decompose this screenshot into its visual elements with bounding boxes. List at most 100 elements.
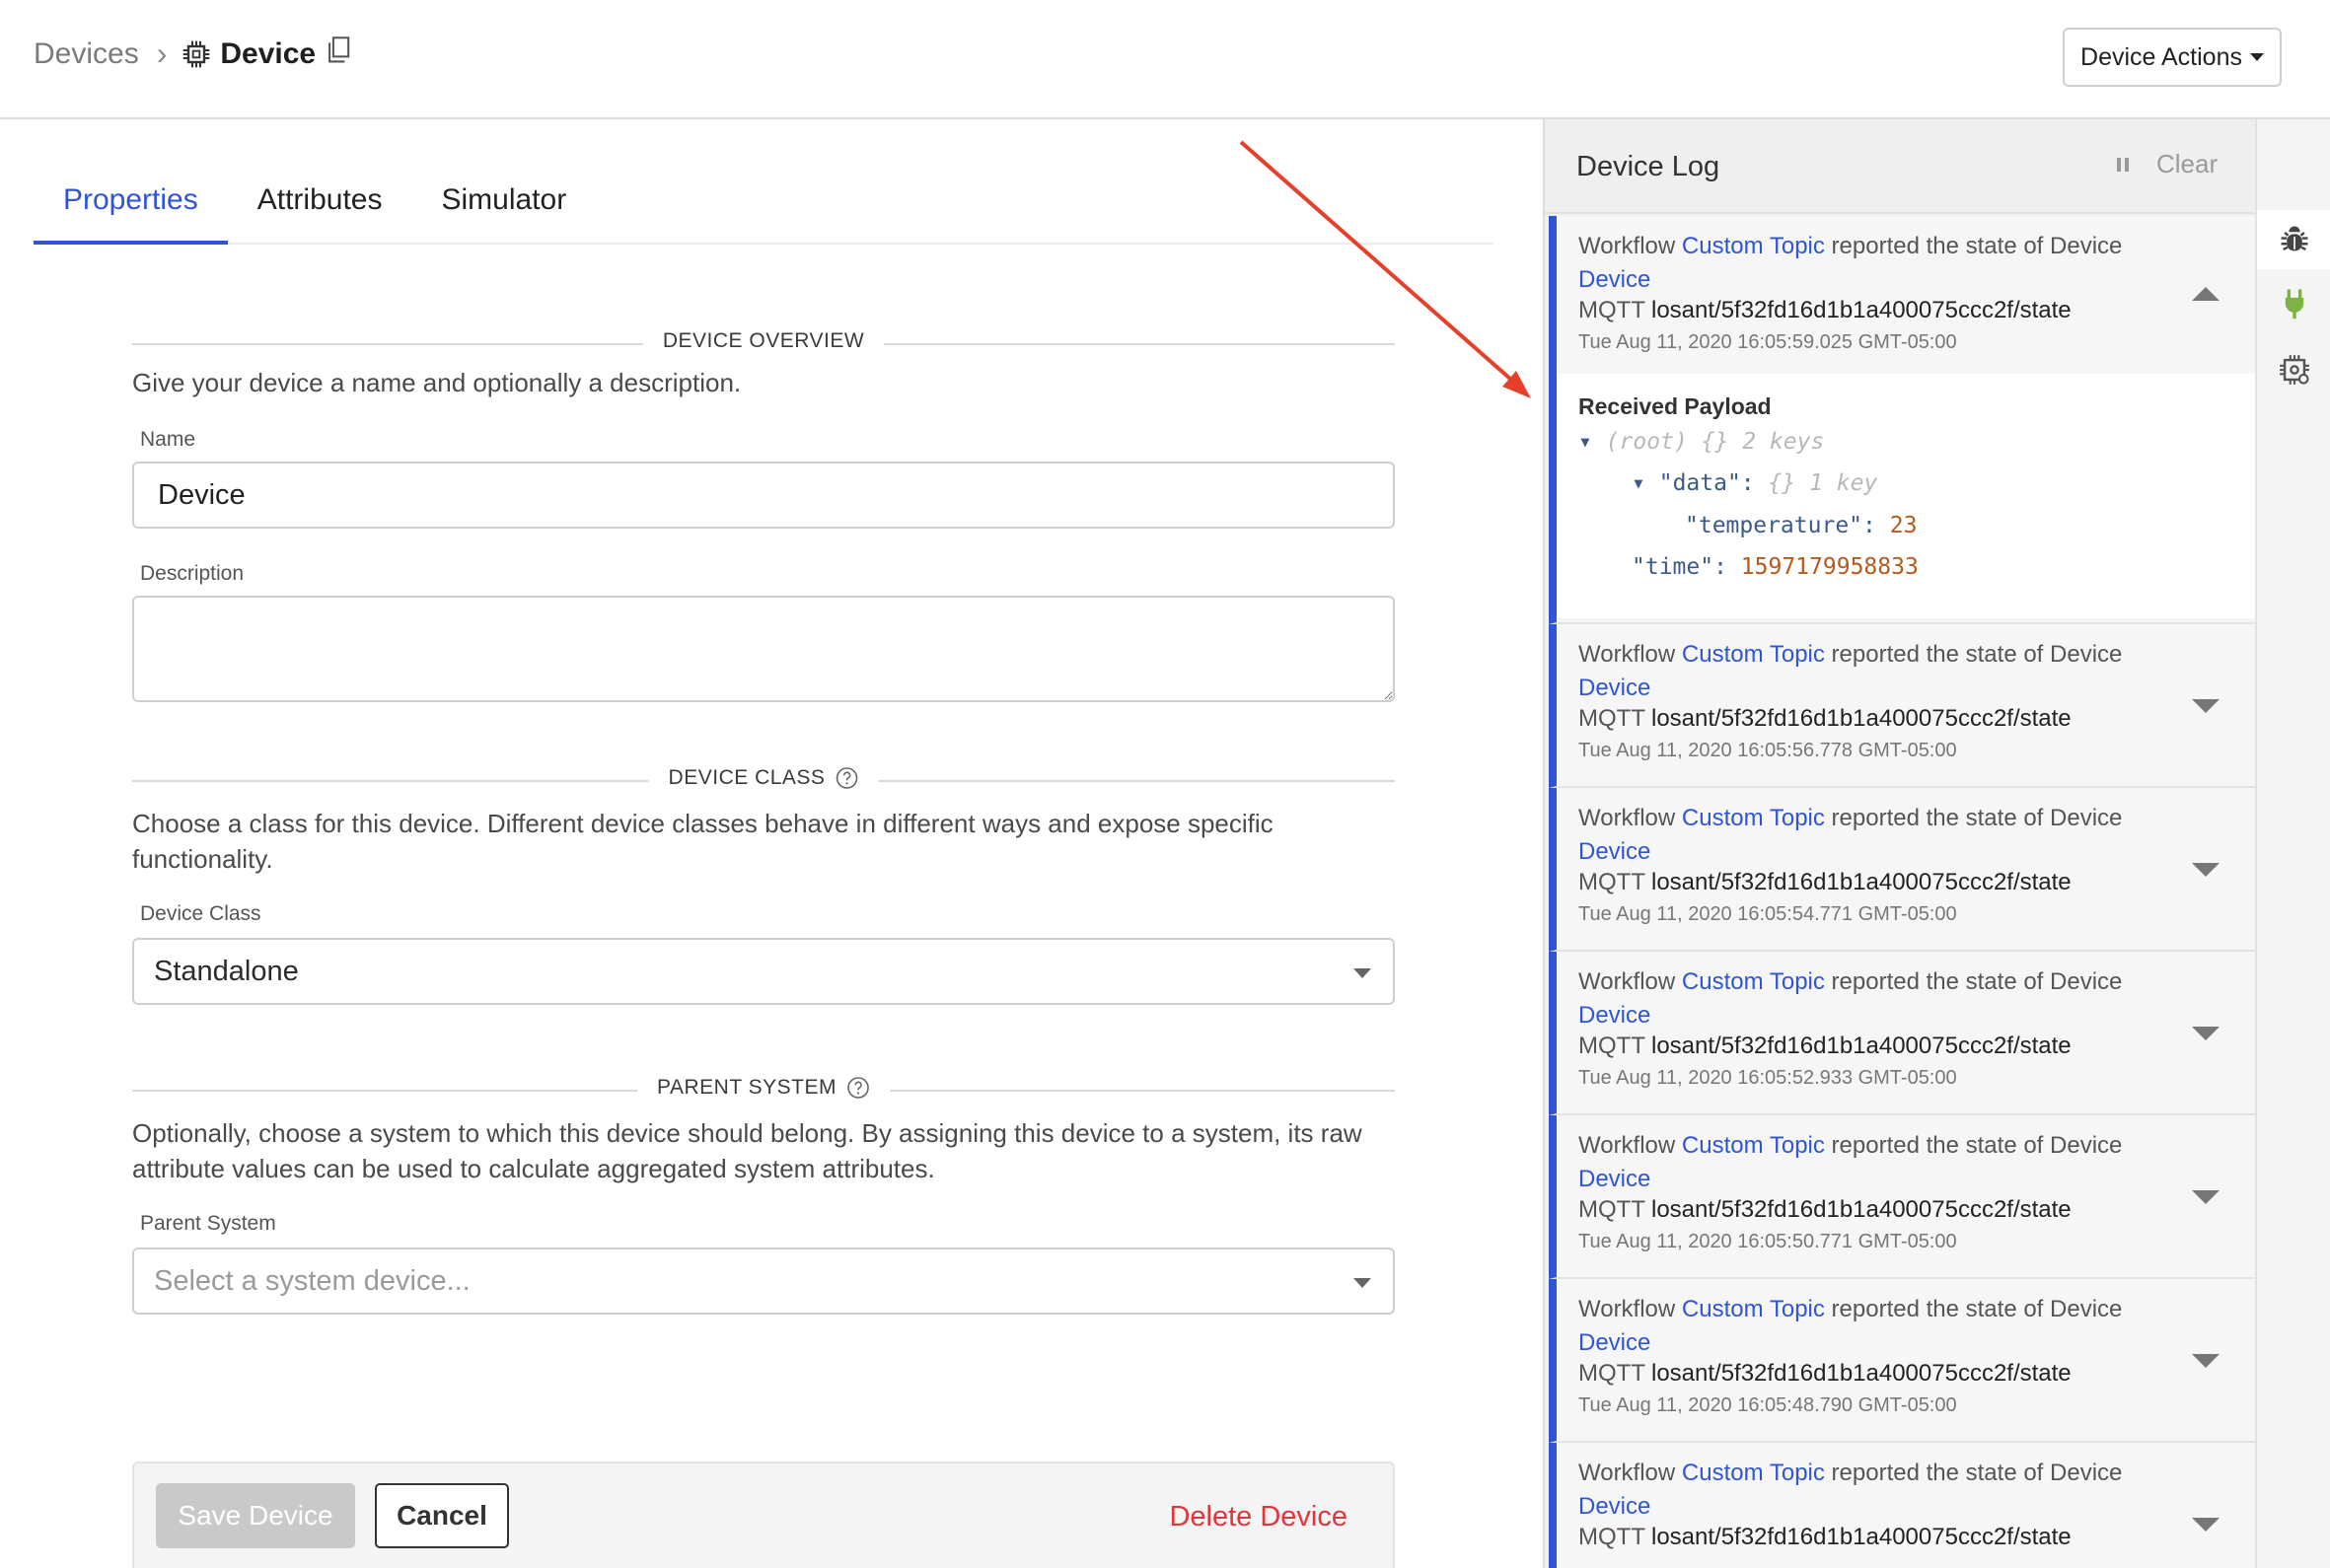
json-root-line[interactable]: ▾ (root) {} 2 keys	[1578, 429, 1824, 455]
log-entry[interactable]: Workflow Custom Topic reported the state…	[1549, 624, 2255, 788]
device-link[interactable]: Device	[1578, 1493, 1650, 1520]
log-entry[interactable]: Workflow Custom Topic reported the state…	[1549, 1115, 2255, 1279]
tab-bar: Properties Attributes Simulator	[34, 168, 1493, 245]
log-entry-prefix: Workflow	[1578, 1460, 1676, 1486]
chevron-down-icon	[1353, 968, 1371, 978]
workflow-link[interactable]: Custom Topic	[1682, 233, 1825, 259]
device-link[interactable]: Device	[1578, 675, 1650, 701]
log-entry-summary: Workflow Custom Topic reported the state…	[1578, 802, 2150, 869]
log-entry-summary: Workflow Custom Topic reported the state…	[1578, 230, 2150, 297]
chevron-up-icon[interactable]	[2192, 287, 2220, 301]
log-entry-topic-line: MQTT losant/5f32fd16d1b1a400075ccc2f/stat…	[1578, 1524, 2072, 1551]
rail-debug-tab[interactable]	[2257, 210, 2330, 269]
workflow-link[interactable]: Custom Topic	[1682, 1296, 1825, 1322]
chevron-down-icon[interactable]	[2192, 1190, 2220, 1204]
device-class-select[interactable]: Standalone	[132, 938, 1395, 1005]
log-entry-topic: losant/5f32fd16d1b1a400075ccc2f/state	[1650, 297, 2072, 323]
json-root-label: (root)	[1605, 429, 1688, 455]
log-entry-protocol: MQTT	[1578, 1033, 1645, 1059]
log-entry-summary: Workflow Custom Topic reported the state…	[1578, 638, 2150, 705]
chip-icon	[183, 40, 210, 67]
json-time-line: "time": 1597179958833	[1632, 554, 1919, 580]
log-entry-summary: Workflow Custom Topic reported the state…	[1578, 1293, 2150, 1360]
right-icon-rail	[2255, 119, 2330, 1568]
log-entry-prefix: Workflow	[1578, 233, 1676, 259]
json-value: 23	[1889, 513, 1918, 538]
parent-system-description: Optionally, choose a system to which thi…	[132, 1118, 1362, 1183]
name-input[interactable]	[132, 462, 1395, 529]
parent-system-placeholder: Select a system device...	[154, 1264, 471, 1297]
delete-device-link[interactable]: Delete Device	[1169, 1501, 1347, 1533]
json-data-line[interactable]: ▾ "data": {} 1 key	[1632, 470, 1877, 496]
device-link[interactable]: Device	[1578, 1002, 1650, 1029]
expand-triangle-icon[interactable]: ▾	[1632, 470, 1645, 496]
workflow-link[interactable]: Custom Topic	[1682, 968, 1825, 995]
parent-system-select[interactable]: Select a system device...	[132, 1247, 1395, 1315]
form-action-bar: Save Device Cancel Delete Device	[132, 1461, 1395, 1568]
log-entry-timestamp: Tue Aug 11, 2020 16:05:48.790 GMT-05:00	[1578, 1394, 1957, 1416]
json-key: "temperature":	[1685, 513, 1876, 538]
device-link[interactable]: Device	[1578, 838, 1650, 865]
expand-triangle-icon[interactable]: ▾	[1578, 429, 1592, 455]
log-entry[interactable]: Workflow Custom Topic reported the state…	[1549, 1279, 2255, 1443]
log-entry-text: reported the state of Device	[1831, 805, 2123, 831]
page-title: Device	[220, 36, 317, 70]
tab-attributes[interactable]: Attributes	[228, 168, 412, 245]
log-entry-topic-line: MQTT losant/5f32fd16d1b1a400075ccc2f/stat…	[1578, 705, 2072, 733]
section-heading-text: PARENT SYSTEM	[657, 1076, 837, 1099]
help-circle-icon[interactable]	[846, 1076, 870, 1100]
pause-icon[interactable]	[2115, 155, 2131, 175]
json-key: "data":	[1658, 470, 1755, 496]
log-entry[interactable]: Workflow Custom Topic reported the state…	[1549, 216, 2255, 624]
workflow-link[interactable]: Custom Topic	[1682, 641, 1825, 668]
log-entry-summary: Workflow Custom Topic reported the state…	[1578, 965, 2150, 1033]
device-link[interactable]: Device	[1578, 1166, 1650, 1192]
section-parent-system: PARENT SYSTEM	[132, 1062, 1395, 1102]
chevron-down-icon[interactable]	[2192, 863, 2220, 877]
chevron-down-icon[interactable]	[2192, 1518, 2220, 1532]
chevron-down-icon[interactable]	[2192, 1354, 2220, 1368]
log-entry[interactable]: Workflow Custom Topic reported the state…	[1549, 788, 2255, 952]
chevron-down-icon	[1353, 1278, 1371, 1288]
save-device-button[interactable]: Save Device	[156, 1483, 355, 1548]
log-entry[interactable]: Workflow Custom Topic reported the state…	[1549, 1443, 2255, 1568]
log-entry-topic: losant/5f32fd16d1b1a400075ccc2f/state	[1650, 705, 2072, 732]
json-root-count: 2 keys	[1742, 429, 1825, 455]
rail-device-settings-tab[interactable]	[2257, 340, 2330, 399]
rail-connection-tab[interactable]	[2257, 275, 2330, 334]
tab-properties[interactable]: Properties	[34, 168, 228, 245]
name-label: Name	[140, 428, 196, 451]
log-entry[interactable]: Workflow Custom Topic reported the state…	[1549, 952, 2255, 1115]
json-key: "time":	[1632, 554, 1727, 580]
log-entry-topic-line: MQTT losant/5f32fd16d1b1a400075ccc2f/stat…	[1578, 869, 2072, 896]
json-value: 1597179958833	[1740, 554, 1919, 580]
device-link[interactable]: Device	[1578, 1329, 1650, 1356]
description-textarea[interactable]	[132, 596, 1395, 702]
device-link[interactable]: Device	[1578, 266, 1650, 293]
copy-icon[interactable]	[326, 36, 351, 64]
section-heading-text: DEVICE OVERVIEW	[662, 329, 865, 352]
section-heading: PARENT SYSTEM	[637, 1076, 890, 1100]
clear-log-button[interactable]: Clear	[2156, 149, 2218, 179]
device-actions-button[interactable]: Device Actions	[2063, 28, 2282, 87]
help-circle-icon[interactable]	[835, 766, 858, 790]
cancel-button[interactable]: Cancel	[375, 1483, 509, 1548]
log-entry-protocol: MQTT	[1578, 1360, 1645, 1387]
workflow-link[interactable]: Custom Topic	[1682, 1460, 1825, 1486]
log-entry-timestamp: Tue Aug 11, 2020 16:05:50.771 GMT-05:00	[1578, 1231, 1957, 1252]
log-entry-topic: losant/5f32fd16d1b1a400075ccc2f/state	[1650, 1033, 2072, 1059]
chevron-down-icon[interactable]	[2192, 1027, 2220, 1040]
log-entry-prefix: Workflow	[1578, 1296, 1676, 1322]
section-heading: DEVICE OVERVIEW	[642, 329, 885, 353]
chevron-down-icon[interactable]	[2192, 699, 2220, 713]
log-entry-topic: losant/5f32fd16d1b1a400075ccc2f/state	[1650, 1524, 2072, 1550]
received-payload: Received Payload ▾ (root) {} 2 keys ▾ "d…	[1557, 374, 2255, 618]
log-entry-text: reported the state of Device	[1831, 1296, 2123, 1322]
workflow-link[interactable]: Custom Topic	[1682, 805, 1825, 831]
workflow-link[interactable]: Custom Topic	[1682, 1132, 1825, 1159]
breadcrumb-devices-link[interactable]: Devices	[34, 37, 139, 71]
tab-simulator[interactable]: Simulator	[411, 168, 596, 245]
parent-system-label: Parent System	[140, 1212, 276, 1235]
log-entry-timestamp: Tue Aug 11, 2020 16:05:56.778 GMT-05:00	[1578, 740, 1957, 761]
log-entry-protocol: MQTT	[1578, 297, 1645, 323]
